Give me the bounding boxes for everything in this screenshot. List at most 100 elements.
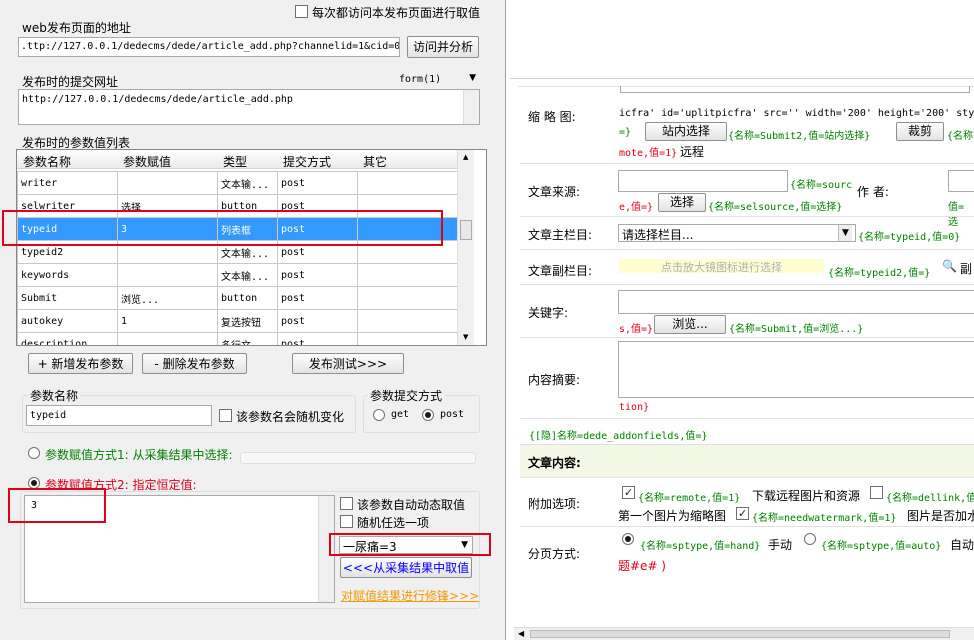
source-tag2: e,值=} xyxy=(619,202,654,213)
crop-tag: {名称 xyxy=(947,131,974,142)
col-header-value[interactable]: 参数赋值 xyxy=(123,153,171,170)
keywords-label: 关键字: xyxy=(528,306,569,320)
table-row[interactable]: description 多行文... post xyxy=(17,332,459,345)
author-tag: 值=选 xyxy=(948,202,965,228)
auto-dynamic-label: 该参数自动动态取值 xyxy=(357,498,466,512)
download-remote-text: 下载远程图片和资源 xyxy=(752,489,861,503)
author-input[interactable] xyxy=(948,170,974,192)
params-table: 参数名称 参数赋值 类型 提交方式 其它 writer 文本输... post se… xyxy=(16,149,487,346)
from-result-button[interactable]: <<<从采集结果中取值 xyxy=(340,557,472,578)
col-header-other[interactable]: 其它 xyxy=(363,153,387,170)
source-input[interactable] xyxy=(618,170,788,192)
watermark-tag: {名称=needwatermark,值=1} xyxy=(752,513,897,524)
table-row[interactable]: writer 文本输... post xyxy=(17,171,459,195)
scroll-left-icon[interactable]: ◀ xyxy=(518,629,524,638)
web-url-label: web发布页面的地址 xyxy=(22,21,131,35)
divider xyxy=(520,337,974,338)
extra-label: 附加选项: xyxy=(528,497,581,511)
site-select-button[interactable]: 站内选择 xyxy=(645,122,727,141)
scroll-thumb[interactable] xyxy=(460,220,472,240)
scroll-down-icon[interactable]: ▼ xyxy=(463,333,468,341)
analyze-button[interactable]: 访问并分析 xyxy=(407,36,479,58)
watermark-checkbox[interactable] xyxy=(736,507,749,520)
scroll-frame xyxy=(620,86,970,93)
thumb-code: icfra' id='uplitpicfra' src='' width='20… xyxy=(619,108,974,119)
table-row[interactable]: keywords 文本输... post xyxy=(17,263,459,287)
chevron-down-icon: ▼ xyxy=(469,73,476,83)
typeid-tag: {名称=typeid,值=0} xyxy=(858,232,961,243)
selsource-tag: {名称=selsource,值=选择} xyxy=(708,202,843,213)
textarea-scrollbar[interactable] xyxy=(463,90,479,124)
keywords-input[interactable] xyxy=(618,290,974,314)
mode1-select[interactable] xyxy=(240,452,476,464)
get-label: get xyxy=(391,409,410,420)
divider xyxy=(520,216,974,217)
col-header-type[interactable]: 类型 xyxy=(223,153,247,170)
get-radio[interactable] xyxy=(373,409,385,421)
paging-auto-radio[interactable] xyxy=(804,533,816,545)
main-col-select[interactable]: 请选择栏目... ▼ xyxy=(618,224,856,242)
remote-tag-tail: mote,值=1} xyxy=(619,148,678,159)
submit-tag: {名称=Submit,值=浏览...} xyxy=(729,324,864,335)
paging-label: 分页方式: xyxy=(528,547,581,561)
param-name-label: 参数名称 xyxy=(28,387,81,404)
random-pick-label: 随机任选一项 xyxy=(357,516,430,530)
magnifier-icon[interactable]: 🔍 xyxy=(942,259,957,273)
table-row[interactable]: autokey 1 复选按钮 post xyxy=(17,309,459,333)
submit-url-label: 发布时的提交网址 xyxy=(22,75,119,89)
col-header-method[interactable]: 提交方式 xyxy=(283,153,331,170)
author-label: 作 者: xyxy=(857,185,889,199)
random-pick-checkbox[interactable] xyxy=(340,515,353,528)
divider xyxy=(520,284,974,285)
visit-each-time-checkbox[interactable] xyxy=(295,5,308,18)
horizontal-scrollbar[interactable]: ◀ xyxy=(514,627,974,640)
watermark-text: 图片是否加水 xyxy=(907,509,974,523)
paging-hand-radio[interactable] xyxy=(622,533,634,545)
browse-button[interactable]: 浏览... xyxy=(654,315,726,334)
summary-textarea[interactable] xyxy=(618,341,974,398)
divider xyxy=(520,249,974,250)
delete-param-button[interactable]: - 删除发布参数 xyxy=(142,353,247,374)
source-tag: {名称=sourc xyxy=(790,180,853,191)
modify-result-link[interactable]: 对赋值结果进行修锋>>> xyxy=(341,587,479,604)
web-url-input[interactable]: .ttp://127.0.0.1/dedecms/dede/article_ad… xyxy=(18,37,400,57)
manual-text: 手动 xyxy=(768,538,793,552)
remote-checkbox[interactable] xyxy=(622,486,635,499)
typeid2-tag: {名称=typeid2,值=} xyxy=(828,268,931,279)
col-header-name[interactable]: 参数名称 xyxy=(23,153,71,170)
form-select[interactable]: form(1) ▼ xyxy=(396,73,480,87)
remote-suffix: 远程 xyxy=(680,145,705,159)
sub-col-field[interactable]: 点击放大镜图标进行选择 xyxy=(619,259,824,274)
mode1-label: 参数赋值方式1: 从采集结果中选择: xyxy=(45,448,233,462)
visit-each-time-label: 每次都访问本发布页面进行取值 xyxy=(312,6,481,20)
scroll-thumb[interactable] xyxy=(530,630,950,638)
param-name-input[interactable]: typeid xyxy=(26,405,212,426)
source-select-button[interactable]: 选择 xyxy=(658,193,706,212)
keywords-tag: s,值=} xyxy=(619,324,654,335)
chevron-down-icon: ▼ xyxy=(838,225,852,241)
paging-tail: 题#e# ) xyxy=(618,559,666,573)
dellink-checkbox[interactable] xyxy=(870,486,883,499)
hidden-tag: {[隐]名称=dede_addonfields,值=} xyxy=(529,431,708,442)
publish-test-button[interactable]: 发布测试>>> xyxy=(292,353,404,374)
post-radio[interactable] xyxy=(422,409,434,421)
sub-col-label: 文章副栏目: xyxy=(528,264,593,278)
table-scrollbar[interactable]: ▲ ▼ xyxy=(457,150,474,345)
source-label: 文章来源: xyxy=(528,185,581,199)
auto-dynamic-checkbox[interactable] xyxy=(340,497,353,510)
mode1-radio[interactable] xyxy=(28,447,40,459)
random-name-checkbox[interactable] xyxy=(219,409,232,422)
add-param-button[interactable]: + 新增发布参数 xyxy=(28,353,133,374)
sptype-auto-tag: {名称=sptype,值=auto} xyxy=(821,541,942,552)
submit-url-textarea[interactable]: http://127.0.0.1/dedecms/dede/article_ad… xyxy=(18,89,480,125)
dellink-tag: {名称=dellink,值 xyxy=(886,493,974,504)
submit2-tag: {名称=Submit2,值=站内选择} xyxy=(728,131,871,142)
highlight-typeid-row xyxy=(2,210,443,246)
random-name-label: 该参数名会随机变化 xyxy=(236,410,345,424)
table-row[interactable]: Submit 浏览... button post xyxy=(17,286,459,310)
content-header: 文章内容: xyxy=(528,456,581,470)
scroll-up-icon[interactable]: ▲ xyxy=(463,153,468,161)
crop-button[interactable]: 裁剪 xyxy=(896,122,944,141)
divider xyxy=(520,418,974,419)
table-header: 参数名称 参数赋值 类型 提交方式 其它 xyxy=(17,150,458,169)
